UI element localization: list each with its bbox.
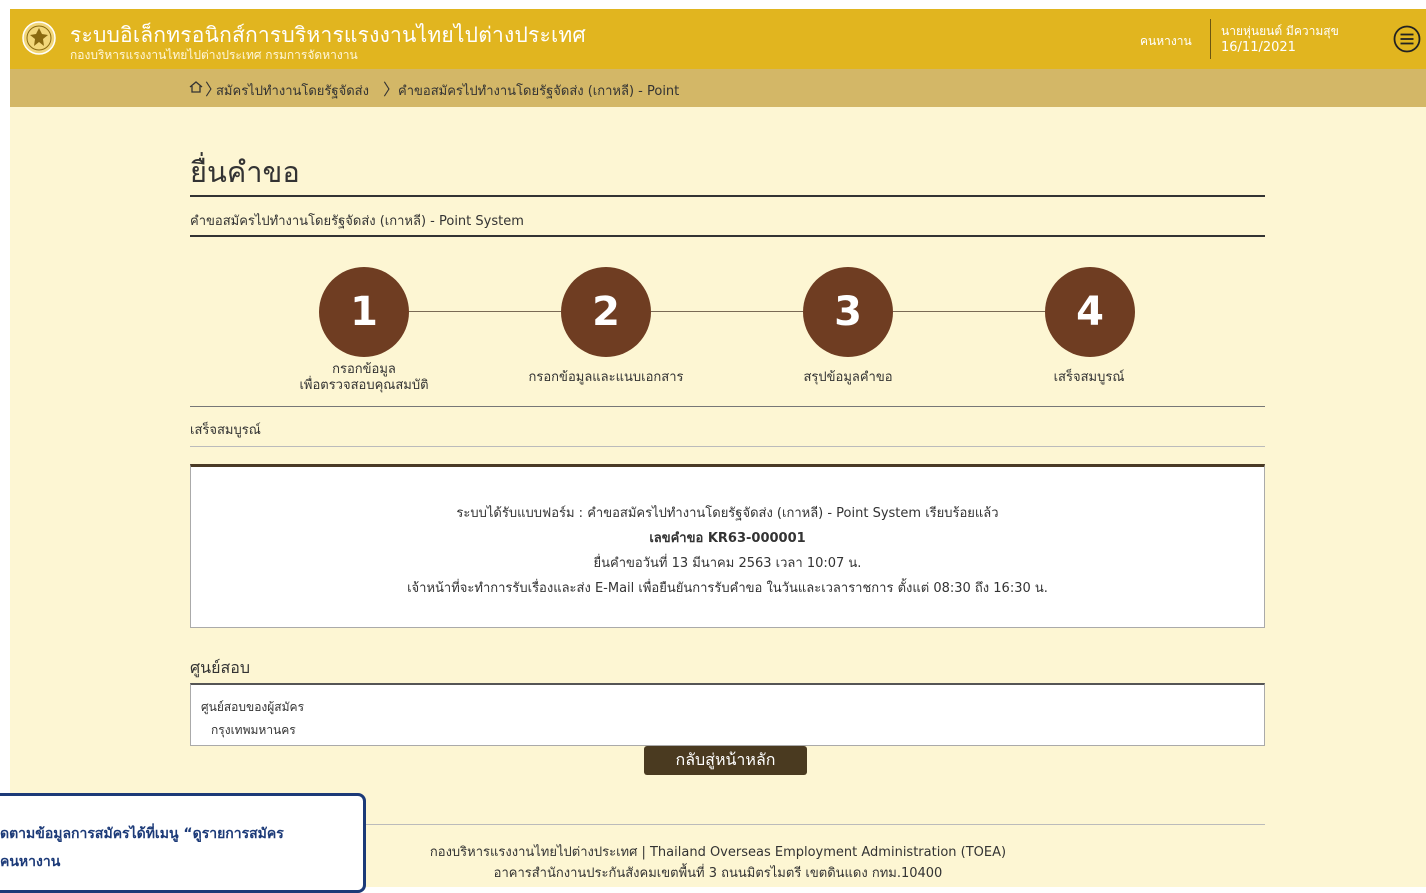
step-2-circle: 2: [561, 267, 651, 357]
hamburger-menu-icon[interactable]: [1393, 25, 1421, 53]
form-name: คำขอสมัครไปทำงานโดยรัฐจัดส่ง (เกาหลี) - …: [190, 214, 524, 229]
breadcrumb-separator: 〉: [383, 80, 400, 99]
step-connector: [893, 311, 1045, 312]
step-4-circle: 4: [1045, 267, 1135, 357]
page: ระบบอิเล็กทรอนิกส์การบริหารแรงงานไทยไปต่…: [0, 9, 1426, 893]
breadcrumb-item-korea-point[interactable]: คำขอสมัครไปทำงานโดยรัฐจัดส่ง (เกาหลี) - …: [398, 80, 679, 101]
status-text: เสร็จสมบูรณ์: [190, 423, 261, 438]
user-role: คนหางาน: [1140, 34, 1192, 48]
exam-center-heading: ศูนย์สอบ: [190, 658, 250, 677]
user-date: 16/11/2021: [1221, 40, 1296, 55]
exam-center-label: ศูนย์สอบของผู้สมัคร: [201, 700, 305, 714]
step-1-label-line2: เพื่อตรวจสอบคุณสมบัติ: [299, 378, 429, 393]
status-divider-bottom: [190, 446, 1265, 447]
page-title: ยื่นคำขอ: [190, 155, 300, 189]
request-number: เลขคำขอ KR63-000001: [649, 531, 806, 546]
tooltip-line-2: คนหางาน: [0, 854, 61, 870]
step-1-label-line1: กรอกข้อมูล: [332, 362, 396, 377]
exam-center-value: กรุงเทพมหานคร: [211, 723, 296, 737]
header-divider: [1210, 19, 1211, 59]
step-connector: [409, 311, 561, 312]
tooltip-line-1: ดตามข้อมูลการสมัครได้ที่เมนู “ดูรายการสม…: [0, 826, 284, 842]
system-subtitle: กองบริหารแรงงานไทยไปต่างประเทศ กรมการจัด…: [70, 48, 358, 62]
step-1-label: กรอกข้อมูล เพื่อตรวจสอบคุณสมบัติ: [299, 362, 428, 394]
status-divider-top: [190, 406, 1265, 407]
step-1-circle: 1: [319, 267, 409, 357]
result-message: ระบบได้รับแบบฟอร์ม : คำขอสมัครไปทำงานโดย…: [456, 506, 999, 521]
title-divider: [190, 195, 1265, 197]
step-3-label: สรุปข้อมูลคำขอ: [803, 370, 893, 385]
home-icon[interactable]: [188, 79, 204, 95]
user-name: นายหุ่นยนต์ มีความสุข: [1221, 24, 1339, 38]
app-header: ระบบอิเล็กทรอนิกส์การบริหารแรงงานไทยไปต่…: [10, 9, 1426, 69]
exam-center-box: ศูนย์สอบของผู้สมัคร กรุงเทพมหานคร: [190, 683, 1265, 746]
step-4-label: เสร็จสมบูรณ์: [1053, 370, 1125, 385]
step-connector: [651, 311, 803, 312]
form-name-divider: [190, 235, 1265, 237]
submission-result-box: ระบบได้รับแบบฟอร์ม : คำขอสมัครไปทำงานโดย…: [190, 464, 1265, 628]
breadcrumb: 〉 สมัครไปทำงานโดยรัฐจัดส่ง 〉 คำขอสมัครไป…: [10, 69, 1426, 107]
tutorial-tooltip: ดตามข้อมูลการสมัครได้ที่เมนู “ดูรายการสม…: [0, 793, 366, 893]
government-seal-icon: [22, 21, 56, 55]
back-to-home-button[interactable]: กลับสู่หน้าหลัก: [644, 746, 807, 775]
step-3-circle: 3: [803, 267, 893, 357]
step-2-label: กรอกข้อมูลและแนบเอกสาร: [528, 370, 684, 385]
submission-date: ยื่นคำขอวันที่ 13 มีนาคม 2563 เวลา 10:07…: [593, 556, 862, 571]
breadcrumb-item-gov-dispatch[interactable]: สมัครไปทำงานโดยรัฐจัดส่ง: [216, 80, 369, 101]
processing-note: เจ้าหน้าที่จะทำการรับเรื่องและส่ง E-Mail…: [407, 581, 1048, 596]
